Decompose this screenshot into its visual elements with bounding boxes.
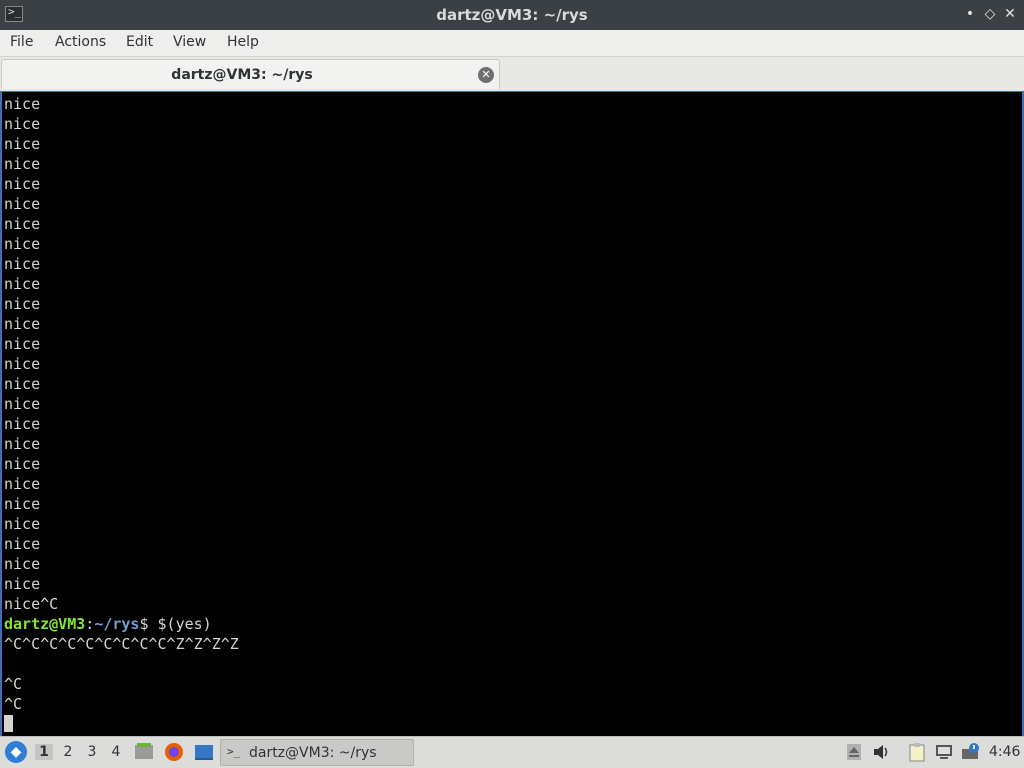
- close-button[interactable]: ✕: [1001, 5, 1019, 23]
- terminal-output-line: nice: [4, 555, 41, 573]
- terminal-output-line: nice: [4, 355, 41, 373]
- terminal-output-line: nice: [4, 375, 41, 393]
- tab-label: dartz@VM3: ~/rys: [171, 67, 313, 83]
- file-manager-icon[interactable]: [134, 742, 154, 762]
- window-titlebar[interactable]: >_ dartz@VM3: ~/rys • ◇ ✕: [0, 0, 1024, 30]
- window-title: dartz@VM3: ~/rys: [436, 6, 588, 24]
- volume-icon[interactable]: [871, 742, 891, 762]
- terminal-output-line: nice: [4, 295, 41, 313]
- clipboard-icon[interactable]: [907, 742, 927, 762]
- taskbar: ◆ 1 2 3 4 >_ dartz@VM3: ~/rys 4:46: [0, 736, 1024, 768]
- firefox-icon[interactable]: [164, 742, 184, 762]
- task-label: dartz@VM3: ~/rys: [249, 745, 377, 761]
- terminal-output-line: nice: [4, 315, 41, 333]
- terminal-prompt-line: dartz@VM3:~/rys$ $(yes): [4, 614, 239, 634]
- menu-actions[interactable]: Actions: [55, 34, 106, 50]
- terminal-output-line: nice: [4, 435, 41, 453]
- terminal-cursor: [4, 715, 13, 732]
- terminal-output-line: nice: [4, 215, 41, 233]
- terminal-output-line: nice: [4, 395, 41, 413]
- eject-icon[interactable]: [844, 742, 864, 762]
- terminal-output: nice nice nice nice nice nice nice nice nice nice…: [4, 94, 239, 734]
- prompt-colon: :: [85, 615, 95, 633]
- tab-terminal[interactable]: dartz@VM3: ~/rys ✕: [1, 59, 500, 89]
- minimize-button[interactable]: •: [961, 5, 979, 23]
- terminal-output-line: nice: [4, 95, 41, 113]
- terminal-output-line: nice: [4, 575, 41, 593]
- terminal-output-line: ^C: [4, 675, 23, 693]
- terminal-output-line: nice: [4, 515, 41, 533]
- terminal-output-line: nice: [4, 475, 41, 493]
- workspace-3[interactable]: 3: [83, 744, 101, 760]
- tab-close-icon[interactable]: ✕: [478, 67, 494, 83]
- menu-bar: File Actions Edit View Help: [0, 30, 1024, 57]
- terminal-output-line: ^C: [4, 695, 23, 713]
- taskbar-task-terminal[interactable]: >_ dartz@VM3: ~/rys: [220, 739, 414, 766]
- clock: 4:46: [989, 744, 1021, 760]
- maximize-button[interactable]: ◇: [981, 5, 999, 23]
- terminal-output-line: ^C^C^C^C^C^C^C^C^C^Z^Z^Z^Z: [4, 635, 239, 653]
- terminal-task-icon: >_: [227, 745, 241, 758]
- terminal-output-line: nice: [4, 135, 41, 153]
- terminal-output-line: nice: [4, 175, 41, 193]
- desktop-icon[interactable]: [194, 742, 214, 762]
- network-icon[interactable]: [934, 742, 954, 762]
- prompt-command: $ $(yes): [139, 615, 212, 633]
- prompt-user: dartz@VM3: [4, 615, 86, 633]
- workspace-1[interactable]: 1: [35, 744, 53, 760]
- menu-file[interactable]: File: [10, 34, 33, 50]
- terminal-output-line: nice: [4, 335, 41, 353]
- menu-help[interactable]: Help: [227, 34, 259, 50]
- start-menu-icon[interactable]: ◆: [5, 741, 27, 763]
- terminal-output-line: nice: [4, 495, 41, 513]
- terminal-view[interactable]: nice nice nice nice nice nice nice nice nice nice…: [0, 91, 1024, 736]
- tab-bar: dartz@VM3: ~/rys ✕: [0, 57, 1024, 91]
- terminal-output-line: nice: [4, 115, 41, 133]
- terminal-output-line: nice: [4, 535, 41, 553]
- terminal-output-line: nice: [4, 155, 41, 173]
- workspace-4[interactable]: 4: [107, 744, 125, 760]
- workspace-2[interactable]: 2: [59, 744, 77, 760]
- menu-edit[interactable]: Edit: [126, 34, 153, 50]
- terminal-output-line: nice: [4, 235, 41, 253]
- terminal-output-line: nice: [4, 415, 41, 433]
- menu-view[interactable]: View: [173, 34, 206, 50]
- terminal-output-line: nice: [4, 455, 41, 473]
- terminal-output-line: nice: [4, 195, 41, 213]
- terminal-output-line: nice: [4, 255, 41, 273]
- terminal-output-line: nice: [4, 275, 41, 293]
- terminal-output-line: nice^C: [4, 595, 59, 613]
- notification-icon[interactable]: [961, 742, 981, 762]
- prompt-path: ~/rys: [94, 615, 140, 633]
